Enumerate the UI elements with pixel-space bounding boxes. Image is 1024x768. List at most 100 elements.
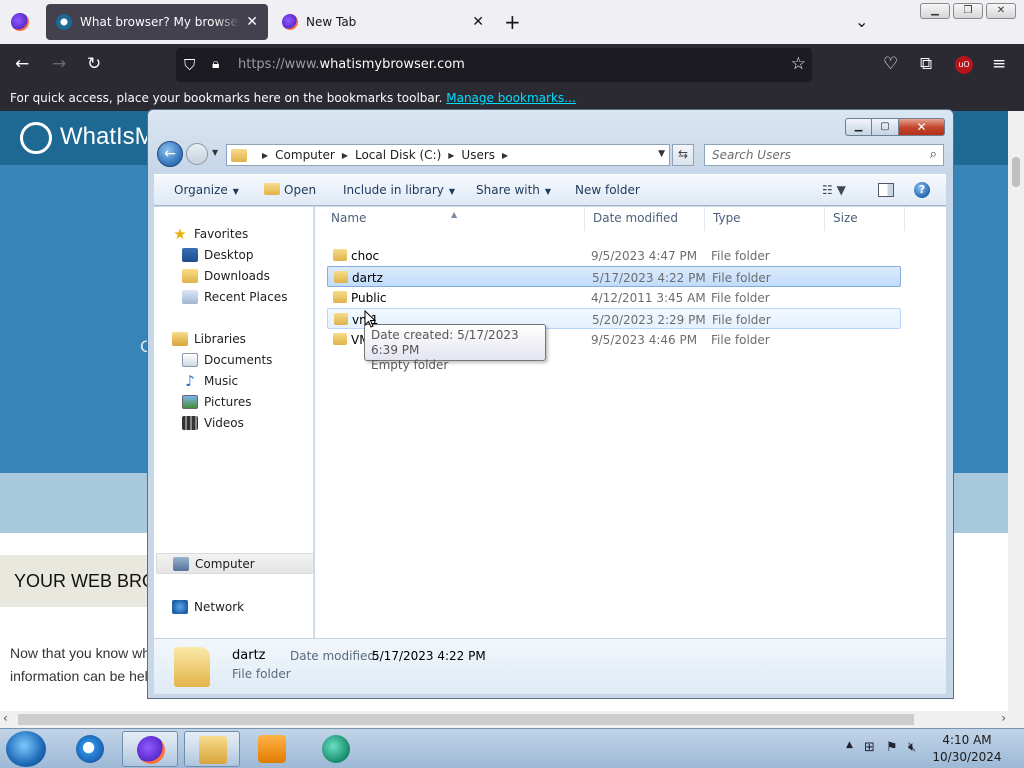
preview-pane-icon[interactable] <box>878 183 894 197</box>
chevron-down-icon: ▼ <box>544 187 552 196</box>
taskbar-app[interactable] <box>308 731 364 767</box>
taskbar-media-player[interactable] <box>244 731 300 767</box>
maximize-button[interactable]: ❐ <box>953 3 983 19</box>
browser-nav-bar: ← → ↻ ⛉ 🔒︎ https://www.whatismybrowser.c… <box>0 44 1024 86</box>
folder-icon <box>231 148 247 162</box>
firefox-favicon-icon <box>282 14 298 30</box>
nav-network[interactable]: Network <box>172 596 330 617</box>
new-tab-button[interactable]: + <box>504 10 521 34</box>
explorer-close-button[interactable]: ✕ <box>899 118 945 136</box>
internet-explorer-icon <box>76 735 104 763</box>
clock-time[interactable]: 4:10 AM <box>932 733 1002 747</box>
close-tab-icon[interactable]: ✕ <box>472 14 484 30</box>
bookmark-star-icon[interactable]: ☆ <box>791 54 806 74</box>
url-text[interactable]: https://www.whatismybrowser.com <box>238 57 465 72</box>
back-arrow-icon[interactable]: ← <box>15 54 29 74</box>
column-header-type[interactable]: Type <box>705 207 825 231</box>
chevron-down-icon: ▼ <box>448 187 456 196</box>
forward-arrow-icon[interactable]: → <box>52 54 66 74</box>
sort-ascending-icon: ▲ <box>451 210 458 219</box>
horizontal-scrollbar[interactable]: ‹ › <box>0 711 1024 728</box>
share-with-button[interactable]: Share with ▼ <box>476 183 551 197</box>
recent-pages-chevron-icon[interactable]: ▼ <box>212 148 218 157</box>
network-tray-icon[interactable]: ⊞ <box>864 740 875 755</box>
file-row-choc[interactable]: choc 9/5/2023 4:47 PM File folder <box>327 245 901 266</box>
address-bar[interactable]: ▶ Computer ▶ Local Disk (C:) ▶ Users ▶ ▼ <box>226 144 670 166</box>
lock-icon[interactable]: 🔒︎ <box>212 56 219 72</box>
media-player-icon <box>258 735 286 763</box>
open-folder-icon <box>264 183 280 195</box>
tracking-protection-shield-icon[interactable]: ⛉ <box>184 56 195 74</box>
start-button-windows-icon[interactable] <box>6 731 46 767</box>
breadcrumb-local-disk[interactable]: Local Disk (C:) <box>355 148 441 162</box>
close-window-button[interactable]: ✕ <box>986 3 1016 19</box>
breadcrumb-chevron-icon[interactable]: ▶ <box>342 151 348 160</box>
clock-date[interactable]: 10/30/2024 <box>932 750 1002 764</box>
show-hidden-icons-chevron-icon[interactable]: ▲ <box>846 740 853 750</box>
file-date: 5/17/2023 4:22 PM <box>592 271 706 285</box>
firefox-logo-icon[interactable] <box>11 13 29 31</box>
hamburger-menu-icon[interactable]: ≡ <box>992 54 1006 74</box>
reload-icon[interactable]: ↻ <box>87 54 101 74</box>
folder-tooltip: Date created: 5/17/2023 6:39 PM Empty fo… <box>364 324 546 372</box>
nav-libraries[interactable]: Libraries <box>172 328 330 349</box>
organize-button[interactable]: Organize ▼ <box>174 183 239 197</box>
breadcrumb-users[interactable]: Users <box>461 148 495 162</box>
scrollbar-thumb[interactable] <box>18 714 914 725</box>
nav-favorites[interactable]: ★ Favorites <box>172 223 330 244</box>
new-folder-button[interactable]: New folder <box>575 183 640 197</box>
taskbar-internet-explorer[interactable] <box>62 731 118 767</box>
explorer-forward-button[interactable] <box>186 143 208 165</box>
explorer-back-button[interactable]: ← <box>157 141 183 167</box>
volume-muted-icon[interactable]: 🔇︎ <box>908 740 916 755</box>
pocket-icon[interactable]: ♡ <box>883 54 898 74</box>
taskbar-windows-explorer[interactable] <box>184 731 240 767</box>
extensions-icon[interactable]: ⧉ <box>920 54 932 74</box>
manage-bookmarks-link[interactable]: Manage bookmarks… <box>446 91 576 105</box>
file-row-dartz[interactable]: dartz 5/17/2023 4:22 PM File folder <box>327 266 901 287</box>
locked-folder-icon <box>333 333 347 345</box>
breadcrumb-chevron-icon[interactable]: ▶ <box>502 151 508 160</box>
file-row-public[interactable]: Public 4/12/2011 3:45 AM File folder <box>327 287 901 308</box>
explorer-minimize-button[interactable]: ▁ <box>845 118 872 136</box>
network-icon <box>172 599 188 614</box>
paragraph-line: Now that you know what <box>10 645 162 661</box>
breadcrumb-chevron-icon[interactable]: ▶ <box>448 151 454 160</box>
column-header-size[interactable]: Size <box>825 207 905 231</box>
action-center-flag-icon[interactable]: ⚑ <box>886 740 898 755</box>
help-icon[interactable]: ? <box>914 182 930 198</box>
search-input[interactable]: Search Users ⌕ <box>704 144 944 166</box>
file-date: 5/20/2023 2:29 PM <box>592 313 706 327</box>
refresh-button[interactable]: ⇆ <box>672 144 694 166</box>
tab-whatismybrowser[interactable]: What browser? My browser? Is this a good… <box>46 4 268 40</box>
address-dropdown-icon[interactable]: ▼ <box>658 149 665 159</box>
paragraph-line: information can be help <box>10 668 156 684</box>
include-in-library-button[interactable]: Include in library ▼ <box>343 183 455 197</box>
search-icon[interactable]: ⌕ <box>930 147 937 162</box>
ublock-origin-icon[interactable]: uO <box>955 56 973 74</box>
scrollbar-thumb[interactable] <box>1012 157 1020 187</box>
bookmarks-hint-text: For quick access, place your bookmarks h… <box>10 91 443 105</box>
tooltip-empty-folder: Empty folder <box>371 358 449 372</box>
close-tab-icon[interactable]: ✕ <box>246 14 258 30</box>
open-button[interactable]: Open <box>264 183 316 197</box>
column-header-date-modified[interactable]: Date modified <box>585 207 705 231</box>
site-logo-icon[interactable] <box>20 122 52 154</box>
vertical-scrollbar[interactable] <box>1008 111 1024 711</box>
taskbar-firefox[interactable] <box>122 731 178 767</box>
list-all-tabs-button[interactable]: ⌄ <box>855 12 868 31</box>
explorer-maximize-button[interactable]: ▢ <box>872 118 899 136</box>
file-type: File folder <box>712 271 771 285</box>
tab-new-tab[interactable]: New Tab ✕ <box>272 4 494 40</box>
column-header-name[interactable]: ▲ Name <box>315 207 585 231</box>
details-name: dartz <box>232 648 266 663</box>
url-bar[interactable]: ⛉ 🔒︎ https://www.whatismybrowser.com ☆ <box>176 48 812 82</box>
breadcrumb-computer[interactable]: Computer <box>275 148 335 162</box>
breadcrumb-chevron-icon[interactable]: ▶ <box>262 151 268 160</box>
scroll-right-arrow-icon[interactable]: › <box>1001 711 1006 725</box>
change-view-icon[interactable]: ☷ ▼ <box>822 183 846 197</box>
nav-computer[interactable]: Computer <box>156 553 314 574</box>
scroll-left-arrow-icon[interactable]: ‹ <box>3 711 8 725</box>
desktop-icon <box>182 247 198 262</box>
minimize-button[interactable]: ▁ <box>920 3 950 19</box>
